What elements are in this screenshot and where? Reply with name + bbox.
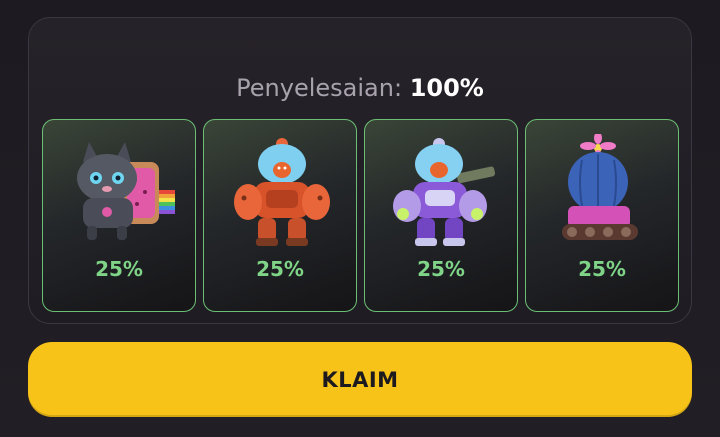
- reward-percent: 25%: [417, 257, 465, 281]
- reward-card-2[interactable]: 25%: [203, 119, 357, 312]
- reward-percent: 25%: [256, 257, 304, 281]
- orange-mech-robot-icon: [234, 138, 330, 246]
- reward-card-4[interactable]: 25%: [525, 119, 679, 312]
- completion-value: 100%: [409, 74, 484, 102]
- cactus-tank-icon: [562, 134, 638, 240]
- claim-button[interactable]: KLAIM: [28, 342, 692, 417]
- reward-card-1[interactable]: 25%: [42, 119, 196, 312]
- completion-status: Penyelesaian: 100%: [29, 74, 691, 102]
- reward-percent: 25%: [95, 257, 143, 281]
- nyan-cat-robot-icon: [77, 142, 175, 240]
- completion-label: Penyelesaian:: [236, 74, 403, 102]
- reward-card-3[interactable]: 25%: [364, 119, 518, 312]
- reward-screen: Penyelesaian: 100% 25% 25% 25% 25% KLAIM: [0, 0, 720, 437]
- purple-mech-robot-icon: [393, 138, 496, 246]
- reward-percent: 25%: [578, 257, 626, 281]
